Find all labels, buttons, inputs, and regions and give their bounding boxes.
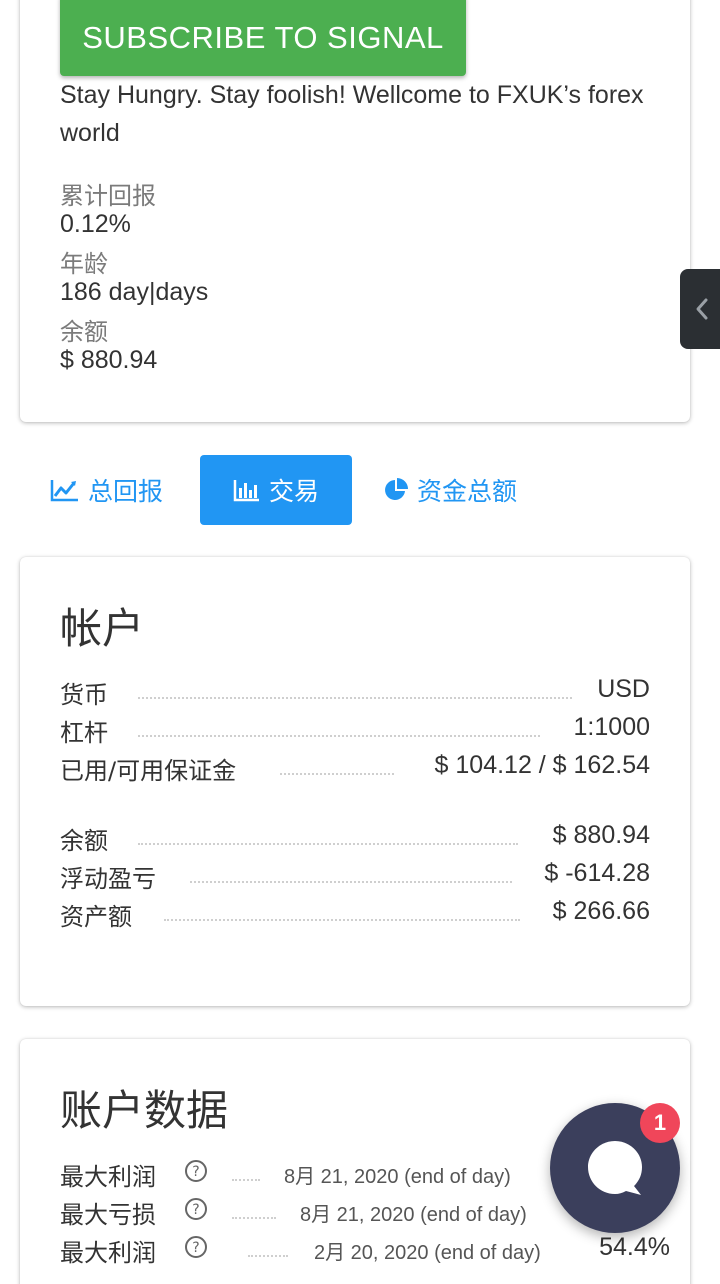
account-data-row-date: 2月 20, 2020 (end of day) — [314, 1242, 541, 1264]
account-row-value: USD — [597, 675, 650, 703]
dotted-leader — [138, 843, 518, 845]
tab-trades[interactable]: 交易 — [200, 455, 352, 525]
account-data-row-date: 8月 21, 2020 (end of day) — [284, 1166, 511, 1188]
account-row-equity: 资产额 $ 266.66 — [60, 897, 650, 931]
account-title: 帐户 — [60, 604, 145, 653]
account-row-floating-pl: 浮动盈亏 $ -614.28 — [60, 859, 650, 893]
account-card: 帐户 货币 USD 杠杆 1:1000 已用/可用保证金 $ 104.12 / … — [20, 557, 690, 1006]
dotted-leader — [138, 735, 540, 737]
cumulative-return-value: 0.12% — [60, 210, 131, 238]
account-data-row-label: 最大利润 — [60, 1163, 156, 1191]
line-chart-icon — [50, 480, 78, 502]
svg-text:?: ? — [192, 1164, 199, 1180]
account-row-label: 浮动盈亏 — [60, 865, 156, 893]
tab-total-returns-label: 总回报 — [88, 477, 164, 506]
age-label: 年龄 — [60, 250, 108, 278]
dotted-leader — [280, 773, 394, 775]
account-row-label: 已用/可用保证金 — [60, 757, 237, 785]
account-row-balance: 余额 $ 880.94 — [60, 821, 650, 855]
account-row-value: 1:1000 — [573, 713, 650, 741]
account-data-row-value: 54.4% — [599, 1233, 670, 1261]
account-row-margin: 已用/可用保证金 $ 104.12 / $ 162.54 — [60, 751, 650, 785]
signal-description: Stay Hungry. Stay foolish! Wellcome to F… — [60, 81, 644, 147]
svg-text:?: ? — [192, 1202, 199, 1218]
dotted-leader — [164, 919, 520, 921]
dotted-leader — [190, 881, 512, 883]
tab-equity[interactable]: 资金总额 — [383, 455, 517, 525]
side-panel-toggle[interactable] — [680, 269, 720, 349]
account-row-leverage: 杠杆 1:1000 — [60, 713, 650, 747]
cumulative-return-label: 累计回报 — [60, 182, 156, 210]
age-value: 186 day|days — [60, 278, 209, 306]
account-row-label: 货币 — [60, 681, 108, 709]
account-row-currency: 货币 USD — [60, 675, 650, 709]
help-icon[interactable]: ? — [184, 1197, 208, 1221]
tab-equity-label: 资金总额 — [417, 477, 518, 506]
chat-notification-badge: 1 — [640, 1103, 680, 1143]
dotted-leader — [232, 1217, 276, 1219]
account-row-value: $ 880.94 — [552, 821, 650, 849]
dotted-leader — [138, 697, 572, 699]
account-row-label: 余额 — [60, 827, 108, 855]
account-data-row-date: 8月 21, 2020 (end of day) — [300, 1204, 527, 1226]
pie-chart-icon — [385, 478, 408, 500]
account-row-label: 杠杆 — [60, 719, 108, 747]
balance-value: $ 880.94 — [60, 346, 158, 374]
account-row-value: $ 266.66 — [552, 897, 650, 925]
help-icon[interactable]: ? — [184, 1159, 208, 1183]
subscribe-button[interactable]: SUBSCRIBE TO SIGNAL — [60, 0, 466, 76]
account-data-row-label: 最大利润 — [60, 1239, 156, 1267]
balance-label: 余额 — [60, 318, 108, 346]
svg-text:?: ? — [192, 1240, 199, 1256]
bar-chart-icon — [233, 480, 259, 502]
account-data-row: 最大利润 ? 2月 20, 2020 (end of day) 54.4% — [60, 1233, 670, 1267]
account-row-label: 资产额 — [60, 903, 132, 931]
account-data-row-label: 最大亏损 — [60, 1201, 156, 1229]
chat-bubble-icon — [588, 1141, 642, 1195]
account-row-value: $ 104.12 / $ 162.54 — [434, 751, 650, 779]
dotted-leader — [232, 1179, 260, 1181]
tab-total-returns[interactable]: 总回报 — [50, 455, 163, 525]
chevron-left-icon — [696, 298, 708, 320]
tab-trades-label: 交易 — [268, 477, 319, 506]
account-data-title: 账户数据 — [60, 1086, 229, 1135]
dotted-leader — [248, 1255, 288, 1257]
help-icon[interactable]: ? — [184, 1235, 208, 1259]
account-row-value: $ -614.28 — [544, 859, 650, 887]
